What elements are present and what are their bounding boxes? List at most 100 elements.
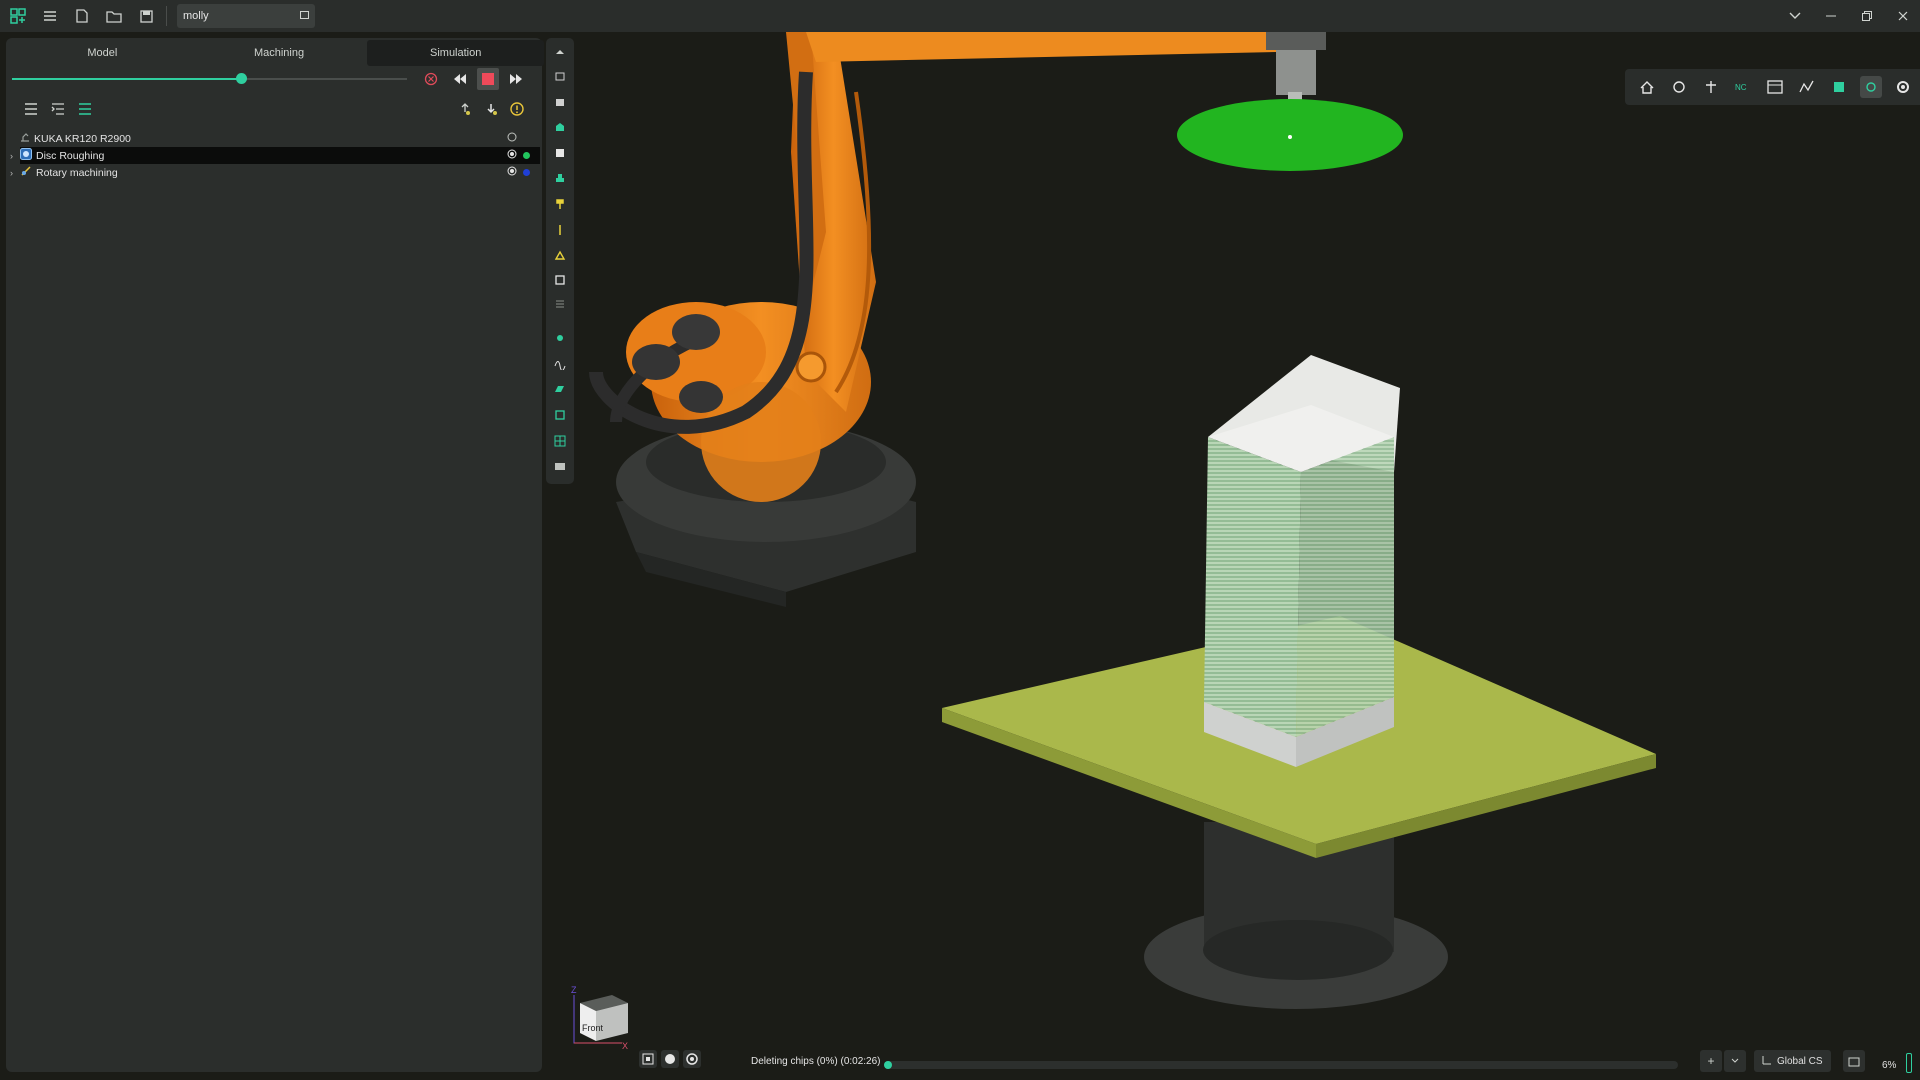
surface-icon[interactable] <box>552 381 568 397</box>
tree-item-rotary-machining[interactable]: › Rotary machining <box>10 164 540 181</box>
title-bar: molly <box>0 0 1920 32</box>
holder-icon[interactable] <box>552 222 568 238</box>
status-progress-bar <box>884 1061 1678 1069</box>
bottom-right-controls: + Global CS <box>1700 1050 1865 1072</box>
vertical-toolbar <box>546 38 574 484</box>
collapse-all-icon[interactable] <box>20 98 42 120</box>
project-name: molly <box>183 10 209 22</box>
level-indicator <box>1906 1053 1912 1073</box>
list-view-icon[interactable] <box>74 98 96 120</box>
minimize-icon[interactable] <box>1822 7 1840 25</box>
collapse-up-icon[interactable] <box>552 44 568 60</box>
graph-icon[interactable] <box>1796 76 1818 98</box>
settings-grid-icon[interactable] <box>552 296 568 312</box>
navigation-cube[interactable]: Front Z X <box>570 985 638 1053</box>
coordinate-system-selector[interactable]: Global CS <box>1754 1050 1831 1072</box>
timeline-handle[interactable] <box>236 73 248 84</box>
visibility-icon[interactable] <box>507 149 517 162</box>
coordinate-icon[interactable] <box>1700 76 1722 98</box>
tree-item-label: Rotary machining <box>36 166 118 179</box>
indent-list-icon[interactable] <box>47 98 69 120</box>
status-dot <box>523 152 530 159</box>
viewport-toolbar: NC <box>1625 69 1920 105</box>
zoom-level: 6% <box>1882 1060 1897 1071</box>
fit-view-icon[interactable] <box>639 1050 657 1068</box>
fixture-view-icon[interactable] <box>1828 76 1850 98</box>
camera-mode-icon[interactable] <box>683 1050 701 1068</box>
expand-chevron-icon[interactable]: › <box>10 151 20 161</box>
restore-icon[interactable] <box>1858 7 1876 25</box>
axis-z-label: Z <box>571 985 577 995</box>
simulation-view-icon[interactable] <box>1860 76 1882 98</box>
open-folder-icon[interactable] <box>100 2 128 30</box>
nc-code-icon[interactable]: NC <box>1732 76 1754 98</box>
divider <box>166 6 167 26</box>
coordinate-system-label: Global CS <box>1777 1055 1823 1067</box>
operations-tree: KUKA KR120 R2900 › Disc Roughing › Rotar… <box>10 130 540 181</box>
side-panel: Model Machining Simulation KUKA KR120 R2… <box>6 38 545 1072</box>
fast-forward-button[interactable] <box>505 68 527 90</box>
axis-x-label: X <box>622 1041 629 1051</box>
tab-simulation[interactable]: Simulation <box>367 40 545 66</box>
project-selector[interactable]: molly <box>177 4 315 28</box>
project-dropdown-icon[interactable] <box>300 10 309 22</box>
fixture-icon[interactable] <box>552 170 568 186</box>
point-icon[interactable] <box>552 330 568 346</box>
visibility-icon[interactable] <box>507 166 517 179</box>
tool-icon[interactable] <box>552 196 568 212</box>
expand-chevron-icon[interactable]: › <box>10 168 20 178</box>
progress-fill <box>884 1061 892 1069</box>
curve-icon[interactable] <box>552 356 568 372</box>
solid-icon[interactable] <box>552 407 568 423</box>
chevron-down-icon[interactable] <box>1724 1050 1746 1072</box>
tree-item-label: Disc Roughing <box>36 149 105 162</box>
stock-icon[interactable] <box>552 94 568 110</box>
move-up-icon[interactable] <box>454 98 476 120</box>
sphere-view-icon[interactable] <box>661 1050 679 1068</box>
tab-machining[interactable]: Machining <box>191 38 368 68</box>
tab-model[interactable]: Model <box>14 38 191 68</box>
tool-path-icon[interactable] <box>1668 76 1690 98</box>
move-down-icon[interactable] <box>480 98 502 120</box>
new-file-icon[interactable] <box>68 2 96 30</box>
rewind-button[interactable] <box>449 68 471 90</box>
camera-icon[interactable] <box>552 458 568 474</box>
workpiece-icon[interactable] <box>552 68 568 84</box>
robot-setup-icon[interactable] <box>552 247 568 263</box>
table-view-icon[interactable] <box>1764 76 1786 98</box>
3d-viewport[interactable]: NC <box>576 32 1920 1074</box>
panel-tabs: Model Machining Simulation <box>14 38 545 68</box>
scene-render <box>589 32 1656 1009</box>
warning-icon[interactable] <box>506 98 528 120</box>
tree-item-robot[interactable]: KUKA KR120 R2900 <box>20 130 540 147</box>
chevron-down-icon[interactable] <box>1786 7 1804 25</box>
simulation-timeline-slider[interactable] <box>12 73 407 84</box>
box-icon[interactable] <box>552 145 568 161</box>
cube-face-label: Front <box>582 1023 604 1033</box>
menu-icon[interactable] <box>36 2 64 30</box>
window-controls <box>1786 0 1912 32</box>
operation-icon <box>20 148 32 163</box>
close-icon[interactable] <box>1894 7 1912 25</box>
part-icon[interactable] <box>552 119 568 135</box>
save-icon[interactable] <box>132 2 160 30</box>
status-message: Deleting chips (0%) (0:02:26) <box>751 1056 881 1067</box>
stop-button[interactable] <box>477 68 499 90</box>
robot-arm <box>589 32 1276 502</box>
visibility-icon[interactable] <box>507 132 517 145</box>
axes-icon <box>1762 1055 1772 1068</box>
snapshot-icon[interactable] <box>1842 1050 1865 1072</box>
mesh-icon[interactable] <box>552 433 568 449</box>
timeline-fill <box>12 78 242 80</box>
tree-item-label: KUKA KR120 R2900 <box>34 132 131 145</box>
app-logo-icon[interactable] <box>4 2 32 30</box>
reset-simulation-button[interactable] <box>420 68 442 90</box>
rotary-icon <box>20 165 32 180</box>
settings-gear-icon[interactable] <box>1892 76 1914 98</box>
tree-item-disc-roughing[interactable]: › Disc Roughing <box>10 147 540 164</box>
add-icon[interactable]: + <box>1700 1050 1722 1072</box>
machine-icon[interactable] <box>552 272 568 288</box>
workpiece <box>1204 355 1400 767</box>
robot-icon <box>20 132 30 145</box>
home-view-icon[interactable] <box>1636 76 1658 98</box>
